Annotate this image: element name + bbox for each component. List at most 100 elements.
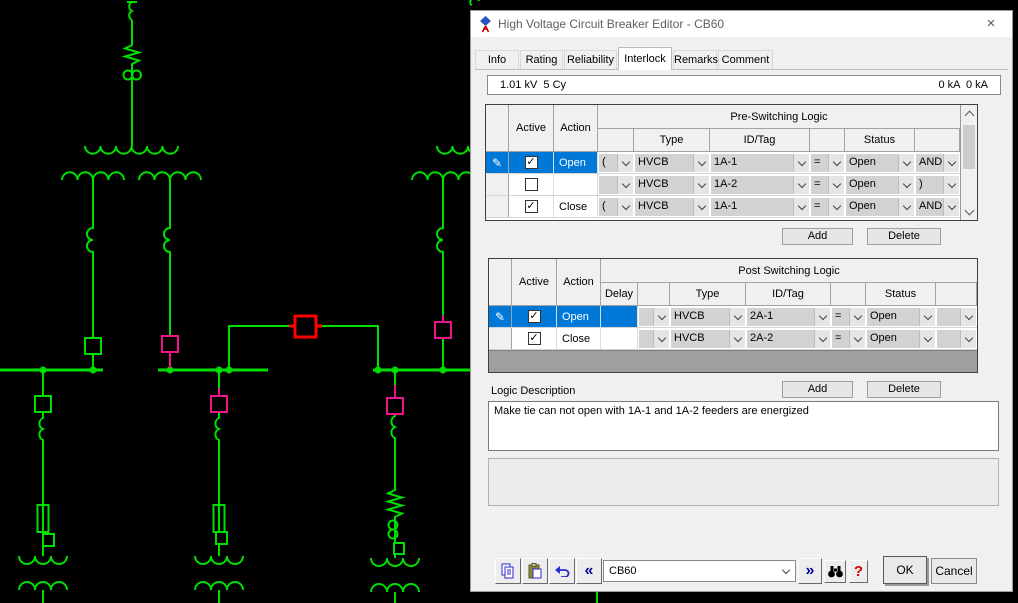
pre-delete-button[interactable]: Delete xyxy=(867,228,941,245)
delay-cell[interactable] xyxy=(601,306,638,327)
active-checkbox[interactable]: ✓ xyxy=(528,310,541,323)
chevron-down-icon[interactable] xyxy=(653,330,669,348)
chevron-down-icon[interactable] xyxy=(898,176,914,194)
incoming-feeder-symbols[interactable] xyxy=(85,146,484,370)
chevron-down-icon[interactable] xyxy=(943,198,959,216)
chevron-down-icon[interactable] xyxy=(849,308,865,326)
active-checkbox[interactable]: ✓ xyxy=(528,332,541,345)
next-element-button[interactable]: » xyxy=(798,558,822,584)
type-combo[interactable]: HVCB xyxy=(671,330,745,348)
table-scrollbar[interactable] xyxy=(960,105,977,220)
conjunction-combo[interactable] xyxy=(937,308,976,326)
paste-button[interactable] xyxy=(522,558,548,584)
chevron-down-icon[interactable] xyxy=(617,154,633,172)
type-combo[interactable]: HVCB xyxy=(635,176,709,194)
operator-combo[interactable]: = xyxy=(811,176,844,194)
pre-add-button[interactable]: Add xyxy=(782,228,853,245)
status-combo[interactable]: Open xyxy=(846,176,914,194)
close-icon[interactable]: × xyxy=(978,14,1004,34)
chevron-down-icon[interactable] xyxy=(919,308,935,326)
chevron-down-icon[interactable] xyxy=(960,330,976,348)
operator-combo[interactable]: = xyxy=(832,308,865,326)
type-combo[interactable]: HVCB xyxy=(635,154,709,172)
chevron-down-icon[interactable] xyxy=(849,330,865,348)
id-tag-combo[interactable]: 1A-2 xyxy=(711,176,809,194)
operator-combo[interactable]: = xyxy=(811,198,844,216)
row-selector[interactable]: ✎ xyxy=(489,306,512,327)
paren-combo[interactable] xyxy=(599,176,633,194)
conjunction-combo[interactable]: ) xyxy=(916,176,959,194)
scrollbar-up-button[interactable] xyxy=(961,105,977,121)
chevron-down-icon[interactable] xyxy=(793,176,809,194)
chevron-down-icon[interactable] xyxy=(729,308,745,326)
chevron-down-icon[interactable] xyxy=(828,198,844,216)
chevron-down-icon[interactable] xyxy=(793,154,809,172)
active-checkbox[interactable] xyxy=(525,178,538,191)
id-tag-combo[interactable]: 2A-1 xyxy=(747,308,830,326)
logic-description-input[interactable]: Make tie can not open with 1A-1 and 1A-2… xyxy=(488,401,999,451)
paren-combo[interactable]: ( xyxy=(599,198,633,216)
row-selector[interactable] xyxy=(489,328,512,349)
tab-reliability[interactable]: Reliability xyxy=(564,50,617,69)
chevron-down-icon[interactable] xyxy=(693,176,709,194)
previous-element-button[interactable]: « xyxy=(576,558,602,584)
element-navigator-combo[interactable]: CB60 xyxy=(603,560,796,582)
type-combo[interactable]: HVCB xyxy=(635,198,709,216)
row-selector[interactable] xyxy=(486,196,509,217)
tab-comment[interactable]: Comment xyxy=(718,50,773,69)
tab-rating[interactable]: Rating xyxy=(520,50,563,69)
find-button[interactable] xyxy=(824,560,846,583)
active-checkbox[interactable]: ✓ xyxy=(525,200,538,213)
chevron-down-icon[interactable] xyxy=(693,198,709,216)
chevron-down-icon[interactable] xyxy=(960,308,976,326)
cancel-button[interactable]: Cancel xyxy=(931,558,977,584)
tab-interlock[interactable]: Interlock xyxy=(618,47,672,70)
tie-bridge[interactable] xyxy=(229,326,378,370)
undo-button[interactable] xyxy=(549,558,575,584)
action-cell[interactable]: Open xyxy=(557,306,601,327)
utility-source-branch[interactable] xyxy=(124,2,142,146)
chevron-down-icon[interactable] xyxy=(943,154,959,172)
ok-button[interactable]: OK xyxy=(883,556,927,584)
conjunction-combo[interactable]: AND xyxy=(916,154,959,172)
chevron-down-icon[interactable] xyxy=(617,198,633,216)
chevron-down-icon[interactable] xyxy=(729,330,745,348)
post-delete-button[interactable]: Delete xyxy=(867,381,941,398)
row-selector[interactable] xyxy=(486,174,509,195)
conjunction-combo[interactable] xyxy=(937,330,976,348)
action-cell[interactable] xyxy=(554,174,598,195)
delay-cell[interactable] xyxy=(601,328,638,349)
scrollbar-thumb[interactable] xyxy=(963,125,975,169)
help-button[interactable]: ? xyxy=(849,560,868,583)
post-add-button[interactable]: Add xyxy=(782,381,853,398)
operator-combo[interactable]: = xyxy=(811,154,844,172)
action-cell[interactable]: Close xyxy=(557,328,601,349)
id-tag-combo[interactable]: 2A-2 xyxy=(747,330,830,348)
chevron-down-icon[interactable] xyxy=(814,308,830,326)
chevron-down-icon[interactable] xyxy=(943,176,959,194)
main-transformer-symbol[interactable] xyxy=(62,146,201,180)
conjunction-combo[interactable]: AND xyxy=(916,198,959,216)
action-cell[interactable]: Open xyxy=(554,152,598,173)
chevron-down-icon[interactable] xyxy=(617,176,633,194)
chevron-down-icon[interactable] xyxy=(793,198,809,216)
chevron-down-icon[interactable] xyxy=(814,330,830,348)
paren-combo[interactable] xyxy=(639,308,669,326)
action-cell[interactable]: Close xyxy=(554,196,598,217)
scrollbar-down-button[interactable] xyxy=(961,204,977,220)
chevron-down-icon[interactable] xyxy=(693,154,709,172)
chevron-down-icon[interactable] xyxy=(919,330,935,348)
operator-combo[interactable]: = xyxy=(832,330,865,348)
closed-breaker-symbols[interactable] xyxy=(162,315,451,414)
status-combo[interactable]: Open xyxy=(846,154,914,172)
status-combo[interactable]: Open xyxy=(846,198,914,216)
chevron-down-icon[interactable] xyxy=(653,308,669,326)
type-combo[interactable]: HVCB xyxy=(671,308,745,326)
id-tag-combo[interactable]: 1A-1 xyxy=(711,198,809,216)
status-combo[interactable]: Open xyxy=(867,308,935,326)
chevron-down-icon[interactable] xyxy=(828,176,844,194)
active-checkbox[interactable]: ✓ xyxy=(525,156,538,169)
status-combo[interactable]: Open xyxy=(867,330,935,348)
chevron-down-icon[interactable] xyxy=(898,198,914,216)
id-tag-combo[interactable]: 1A-1 xyxy=(711,154,809,172)
